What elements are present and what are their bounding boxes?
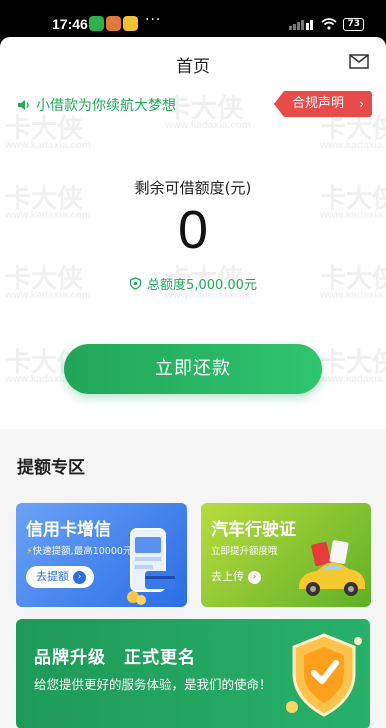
brand-upgrade-banner[interactable]: 品牌升级 正式更名 给您提供更好的服务体验，是我们的使命！ — [16, 619, 370, 728]
phone-app-icon — [89, 16, 104, 31]
banner-subtitle: 给您提供更好的服务体验，是我们的使命！ — [34, 677, 272, 692]
total-credit-text: 总额度5,000.00元 — [147, 278, 257, 293]
vehicle-license-card[interactable]: 汽车行驶证 立即提升额度哦 去上传 › — [201, 503, 371, 607]
total-credit: 总额度5,000.00元 — [0, 274, 386, 293]
repay-now-button[interactable]: 立即还款 — [64, 344, 322, 394]
chat-app-icon — [123, 16, 138, 31]
card-subtitle: 立即提升额度哦 — [211, 546, 278, 557]
arrow-right-icon: › — [73, 570, 86, 584]
remaining-credit-label: 剩余可借额度(元) — [134, 179, 252, 197]
status-time: 17:46 — [52, 16, 88, 32]
banner-title: 品牌升级 正式更名 — [34, 648, 196, 668]
phone-card-illustration-icon — [127, 528, 175, 605]
status-indicators: 73 — [289, 16, 364, 32]
car-illustration-icon — [299, 540, 365, 596]
promo-text: 小借款为你续航大梦想 — [36, 98, 176, 114]
wifi-icon — [321, 18, 337, 30]
shield-trophy-icon — [286, 633, 362, 717]
boost-section: 提额专区 信用卡增信 ⚡快速提额,最高10000元 去提额 › 汽车行驶证 立即… — [0, 429, 386, 728]
boost-limit-button[interactable]: 去提额 › — [26, 566, 94, 588]
credit-card-boost-card[interactable]: 信用卡增信 ⚡快速提额,最高10000元 去提额 › — [16, 503, 187, 607]
page-title: 首页 — [176, 57, 210, 77]
speaker-icon — [18, 100, 29, 110]
promo-notice: 小借款为你续航大梦想 — [17, 95, 176, 115]
compliance-label: 合规声明 — [292, 96, 345, 111]
remaining-credit-value: 0 — [177, 200, 209, 260]
chevron-right-icon: › — [359, 97, 364, 111]
section-title: 提额专区 — [17, 458, 85, 478]
arrow-right-icon: › — [248, 570, 261, 584]
upload-button[interactable]: 去上传 › — [211, 566, 269, 588]
mail-icon[interactable] — [349, 54, 369, 69]
card-subtitle: ⚡快速提额,最高10000元 — [26, 546, 133, 557]
signal-icon — [289, 20, 314, 30]
lightning-icon: ⚡ — [26, 546, 33, 557]
game-app-icon — [106, 16, 121, 31]
compliance-button[interactable]: 合规声明 › — [274, 91, 372, 117]
card-title: 汽车行驶证 — [211, 520, 296, 540]
shield-icon — [129, 277, 142, 290]
main-sheet: 卡大侠 www.kadaxia.com 卡大侠 www.kadaxia.com 卡大… — [0, 37, 386, 728]
battery-icon: 73 — [343, 17, 364, 31]
status-bar: 17:46 ··· 73 — [0, 0, 386, 40]
more-notifications-icon: ··· — [145, 12, 162, 28]
card-title: 信用卡增信 — [26, 520, 111, 540]
